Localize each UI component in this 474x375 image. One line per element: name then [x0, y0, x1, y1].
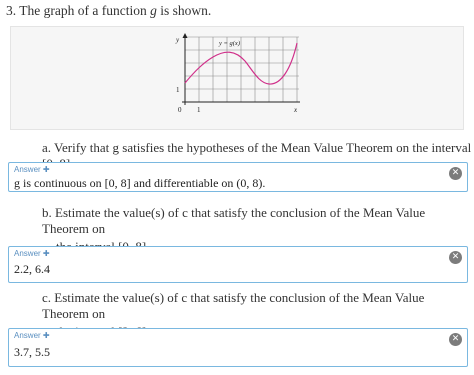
- answer-text-a: g is continuous on [0, 8] and differenti…: [14, 176, 266, 190]
- x-axis-label: x: [293, 106, 298, 114]
- answer-label-c: Answer ✚: [14, 331, 50, 340]
- answer-box-b[interactable]: Answer ✚ 2.2, 6.4 ✕: [8, 246, 468, 283]
- part-c-letter: c.: [42, 290, 52, 305]
- question-title: 3. The graph of a function g is shown.: [6, 3, 211, 19]
- answer-box-c[interactable]: Answer ✚ 3.7, 5.5 ✕: [8, 328, 468, 367]
- answer-text-c: 3.7, 5.5: [14, 345, 50, 359]
- answer-text-b: 2.2, 6.4: [14, 262, 50, 276]
- part-a-letter: a.: [42, 140, 52, 155]
- y-axis-arrow: [182, 33, 188, 38]
- function-graph: y y = g(x) 1 0 1 x: [175, 33, 300, 114]
- graph-grid: [185, 36, 299, 103]
- answer-box-a[interactable]: Answer ✚ g is continuous on [0, 8] and d…: [8, 162, 468, 192]
- question-text-before: The graph of a function: [19, 3, 147, 18]
- answer-label-a: Answer ✚: [14, 165, 50, 174]
- curve-label: y = g(x): [218, 40, 240, 47]
- graph-panel: y y = g(x) 1 0 1 x: [10, 26, 464, 130]
- close-icon[interactable]: ✕: [449, 251, 462, 264]
- close-icon[interactable]: ✕: [449, 333, 462, 346]
- part-b-letter: b.: [42, 205, 52, 220]
- part-b-text-line1: Estimate the value(s) of c that satisfy …: [42, 205, 426, 236]
- tick-origin: 0: [178, 106, 182, 114]
- close-icon[interactable]: ✕: [449, 167, 462, 180]
- tick-x-one: 1: [197, 106, 201, 114]
- y-axis-label: y: [175, 36, 180, 44]
- tick-y-one: 1: [176, 86, 180, 94]
- part-c-text-line1: Estimate the value(s) of c that satisfy …: [42, 290, 425, 321]
- question-text-after: is shown.: [160, 3, 212, 18]
- answer-label-b: Answer ✚: [14, 249, 50, 258]
- function-var: g: [150, 3, 157, 18]
- question-number: 3.: [6, 3, 17, 18]
